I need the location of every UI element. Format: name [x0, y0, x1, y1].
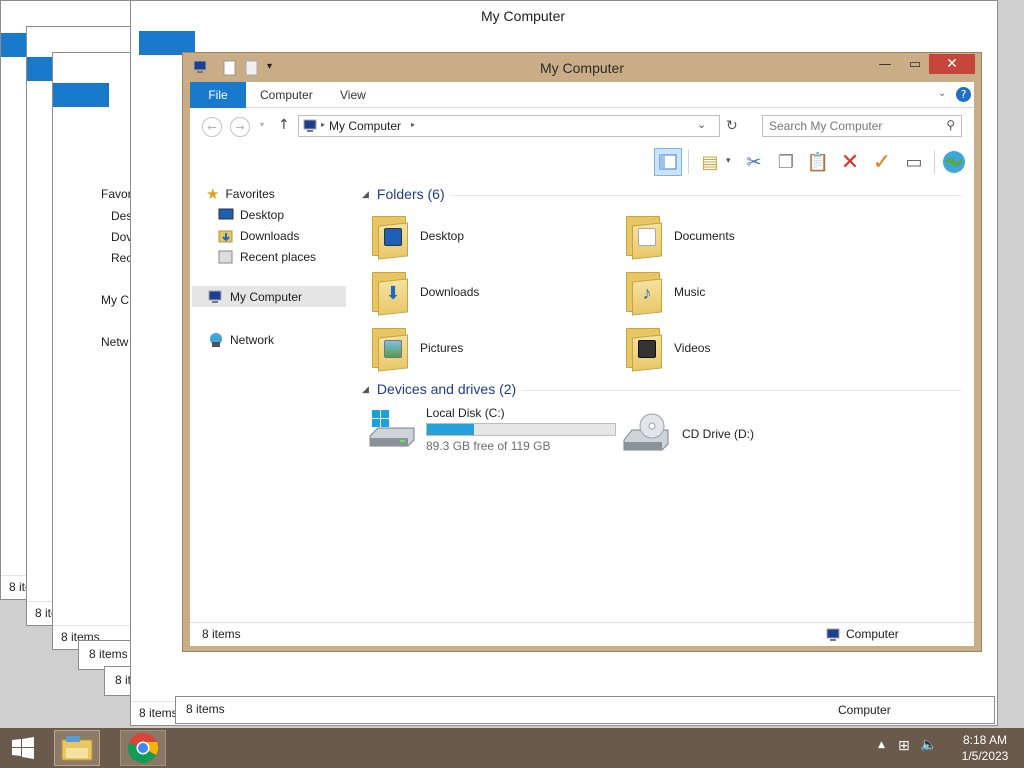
recent-locations-icon[interactable]: ▾: [260, 120, 264, 129]
drive-usage-bar: [426, 423, 616, 436]
clock-date: 1/5/2023: [961, 749, 1009, 763]
music-folder-icon: ♪: [624, 270, 664, 316]
maximize-button[interactable]: ▭: [899, 54, 931, 74]
network-icon: [210, 333, 222, 347]
close-button[interactable]: ✕: [929, 54, 975, 74]
check-icon[interactable]: ✓: [868, 148, 896, 176]
up-button[interactable]: ↑: [278, 117, 290, 133]
ribbon: File Computer View ⌄ ?: [190, 82, 974, 108]
delete-icon[interactable]: ✕: [836, 148, 864, 176]
back-button[interactable]: ←: [202, 117, 222, 137]
nav-my-computer[interactable]: My Computer: [192, 286, 346, 307]
network-status-icon[interactable]: ⊞: [898, 738, 910, 754]
volume-icon[interactable]: 🔈: [920, 737, 937, 753]
folders-group-header[interactable]: ◢ Folders (6): [362, 186, 445, 202]
cd-drive-icon: [623, 413, 669, 451]
cut-icon[interactable]: ✂: [740, 148, 768, 176]
folder-desktop[interactable]: Desktop: [370, 214, 464, 260]
windows-drive-icon: [369, 410, 415, 447]
videos-folder-icon: [624, 326, 664, 372]
tab-file[interactable]: File: [190, 82, 246, 108]
pictures-folder-icon: [370, 326, 410, 372]
folder-music[interactable]: ♪ Music: [624, 270, 705, 316]
star-icon: ★: [206, 186, 220, 203]
folder-pictures[interactable]: Pictures: [370, 326, 463, 372]
search-icon[interactable]: ⚲: [946, 118, 955, 132]
nav-favorites[interactable]: ★ Favorites: [206, 184, 275, 204]
show-hidden-icons-icon[interactable]: ▲: [878, 740, 885, 750]
desktop: 8 items 8 items Favor Des Dov Rec My C N…: [0, 0, 1024, 728]
folder-documents[interactable]: Documents: [624, 214, 735, 260]
desktop-folder-icon: [370, 214, 410, 260]
forward-button[interactable]: →: [230, 117, 250, 137]
refresh-icon[interactable]: ↻: [726, 118, 738, 134]
minimize-button[interactable]: —: [869, 54, 901, 74]
clock-time: 8:18 AM: [962, 733, 1008, 747]
devices-group-header[interactable]: ◢ Devices and drives (2): [362, 381, 516, 397]
expand-ribbon-icon[interactable]: ⌄: [938, 88, 946, 99]
folder-videos[interactable]: Videos: [624, 326, 710, 372]
status-location: Computer: [846, 627, 899, 641]
preview-pane-icon[interactable]: [654, 148, 682, 176]
start-button[interactable]: [0, 730, 46, 766]
chrome-icon: [128, 733, 159, 763]
taskbar-chrome[interactable]: [120, 730, 166, 766]
breadcrumb-chevron-icon[interactable]: ▸: [411, 120, 415, 129]
bottom-status-strip: 8 items Computer: [190, 622, 974, 646]
breadcrumb-current[interactable]: My Computer: [329, 119, 401, 133]
search-box[interactable]: Search My Computer ⚲: [762, 115, 962, 137]
clock[interactable]: 8:18 AM 1/5/2023: [950, 732, 1020, 764]
folder-options-icon[interactable]: ▤: [696, 148, 724, 176]
nav-network[interactable]: Network: [208, 330, 274, 350]
tab-computer[interactable]: Computer: [260, 82, 313, 108]
windows-logo-icon: [12, 737, 34, 759]
address-bar[interactable]: ▸ My Computer ▸ ⌄: [298, 115, 720, 137]
window-title: My Computer: [539, 60, 625, 76]
nav-downloads[interactable]: Downloads: [218, 226, 299, 246]
taskbar-file-explorer[interactable]: [54, 730, 100, 766]
documents-folder-icon: [624, 214, 664, 260]
copy-icon[interactable]: ❐: [772, 148, 800, 176]
downloads-icon: [218, 230, 233, 243]
paste-icon[interactable]: 📋: [804, 148, 832, 176]
tab-view[interactable]: View: [340, 82, 366, 108]
drive-d[interactable]: CD Drive (D:): [622, 412, 754, 456]
navigation-pane: ★ Favorites Desktop Downloads Recent pla…: [190, 178, 348, 616]
computer-icon: [826, 628, 840, 641]
computer-icon: [303, 119, 317, 132]
title-bar[interactable]: ▾ My Computer — ▭ ✕: [183, 53, 981, 83]
address-row: ← → ▾ ↑ ▸ My Computer ▸ ⌄ ↻ Search My Co…: [190, 108, 974, 144]
explorer-window[interactable]: ▾ My Computer — ▭ ✕ File Computer View ⌄…: [182, 52, 982, 652]
nav-desktop[interactable]: Desktop: [218, 205, 284, 225]
desktop-icon: [218, 208, 234, 220]
content-pane: ◢ Folders (6) Desktop Documents ⬇ Downlo…: [350, 178, 974, 616]
recent-places-icon: [218, 250, 233, 264]
nav-recent-places[interactable]: Recent places: [218, 247, 316, 267]
folder-downloads[interactable]: ⬇ Downloads: [370, 270, 479, 316]
background-window[interactable]: 8 items Computer: [175, 696, 995, 724]
help-icon[interactable]: ?: [956, 87, 971, 102]
taskbar: ▲ ⊞ 🔈 8:18 AM 1/5/2023: [0, 728, 1024, 768]
command-toolbar: ▤ ▾ ✂ ❐ 📋 ✕ ✓ ▭: [190, 144, 974, 178]
drive-c[interactable]: Local Disk (C:) 89.3 GB free of 119 GB: [368, 406, 616, 453]
drive-usage-fill: [427, 424, 474, 435]
file-explorer-icon: [61, 736, 93, 761]
breadcrumb-chevron-icon[interactable]: ▸: [321, 120, 325, 129]
collapse-icon[interactable]: ◢: [362, 189, 369, 200]
search-input[interactable]: Search My Computer: [769, 119, 882, 133]
collapse-icon[interactable]: ◢: [362, 384, 369, 395]
downloads-folder-icon: ⬇: [370, 270, 410, 316]
globe-icon[interactable]: [940, 148, 968, 176]
folder-options-dropdown-icon[interactable]: ▾: [726, 156, 731, 166]
computer-icon: [208, 290, 222, 303]
system-tray: ▲ ⊞ 🔈 8:18 AM 1/5/2023: [864, 728, 1024, 768]
rename-icon[interactable]: ▭: [900, 148, 928, 176]
address-dropdown-icon[interactable]: ⌄: [697, 118, 706, 131]
